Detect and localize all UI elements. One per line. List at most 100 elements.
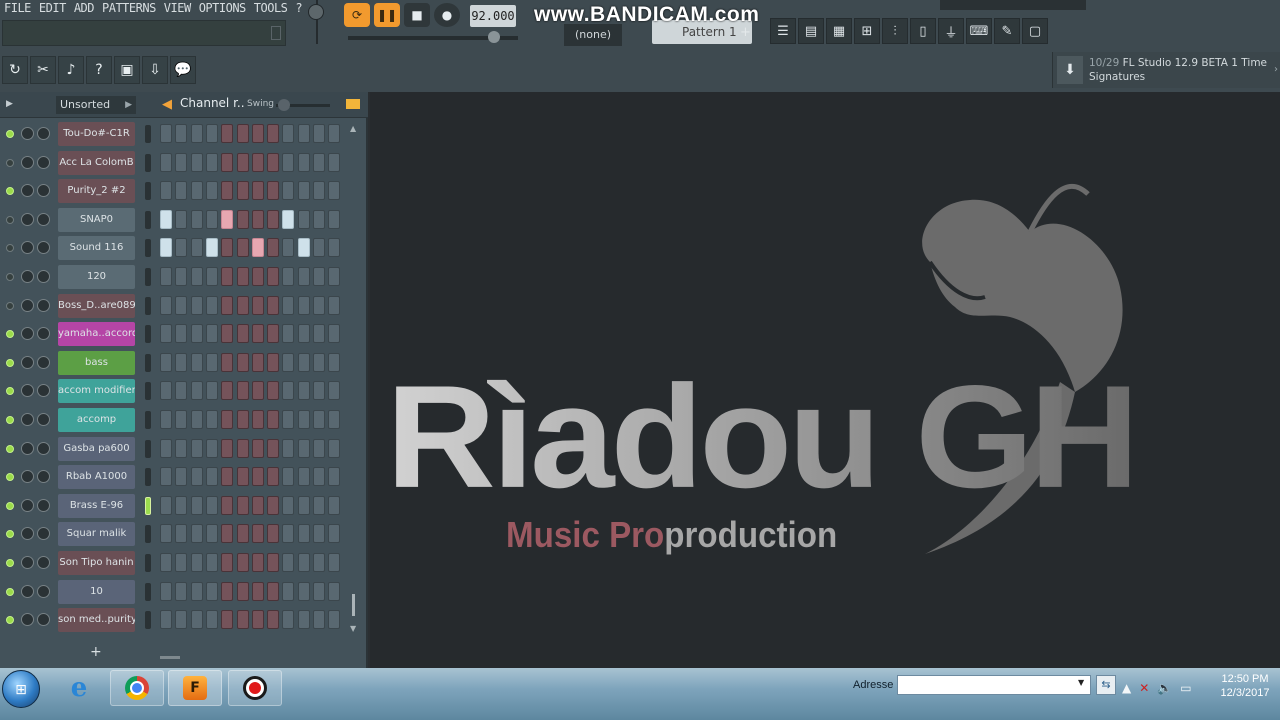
step-button[interactable] bbox=[251, 324, 264, 344]
step-button[interactable] bbox=[251, 410, 264, 429]
step-button[interactable] bbox=[160, 124, 172, 143]
step-button[interactable] bbox=[328, 181, 341, 201]
channel-pan-knob[interactable] bbox=[21, 470, 34, 484]
pause-button[interactable]: ❚❚ bbox=[374, 3, 400, 27]
channel-pan-knob[interactable] bbox=[21, 384, 34, 398]
channel-name-button[interactable]: accomp bbox=[58, 408, 135, 432]
menu-file[interactable]: FILE bbox=[0, 0, 35, 16]
step-button[interactable] bbox=[251, 610, 264, 630]
step-button[interactable] bbox=[328, 295, 341, 315]
step-button[interactable] bbox=[160, 524, 172, 544]
network-error-icon[interactable]: ✕ bbox=[1139, 681, 1149, 695]
step-button[interactable] bbox=[313, 610, 325, 630]
step-button[interactable] bbox=[160, 467, 172, 487]
channel-name-button[interactable]: yamaha..accord bbox=[58, 322, 135, 347]
channel-select-indicator[interactable] bbox=[145, 125, 151, 143]
step-button[interactable] bbox=[267, 152, 280, 172]
channel-volume-knob[interactable] bbox=[37, 384, 50, 398]
step-button[interactable] bbox=[175, 495, 188, 515]
step-button[interactable] bbox=[297, 495, 310, 515]
step-button[interactable] bbox=[175, 581, 188, 601]
step-button[interactable] bbox=[251, 438, 264, 458]
channel-pan-knob[interactable] bbox=[21, 241, 34, 255]
menu-options[interactable]: OPTIONS bbox=[195, 0, 250, 16]
channel-select-indicator[interactable] bbox=[145, 496, 151, 515]
step-button[interactable] bbox=[205, 581, 218, 601]
step-button[interactable] bbox=[205, 267, 218, 286]
step-button[interactable] bbox=[297, 438, 310, 458]
step-button[interactable] bbox=[175, 438, 188, 458]
channel-select-indicator[interactable] bbox=[145, 325, 151, 344]
step-button[interactable] bbox=[175, 295, 188, 315]
step-button[interactable] bbox=[221, 352, 234, 372]
song-position-thumb[interactable] bbox=[488, 31, 500, 43]
step-button[interactable] bbox=[205, 209, 218, 229]
volume-icon[interactable]: 🔈 bbox=[1157, 681, 1172, 695]
channel-volume-knob[interactable] bbox=[37, 470, 50, 484]
step-button[interactable] bbox=[160, 181, 172, 201]
plugin-picker-button[interactable]: ⏚ bbox=[938, 18, 964, 44]
step-button[interactable] bbox=[236, 238, 249, 258]
step-button[interactable] bbox=[221, 610, 234, 630]
step-button[interactable] bbox=[251, 553, 264, 572]
step-button[interactable] bbox=[236, 610, 249, 630]
record-button[interactable]: ● bbox=[434, 3, 460, 27]
step-button[interactable] bbox=[175, 610, 188, 630]
step-button[interactable] bbox=[328, 438, 341, 458]
step-button[interactable] bbox=[313, 238, 325, 258]
step-button[interactable] bbox=[221, 581, 234, 601]
menu-add[interactable]: ADD bbox=[70, 0, 98, 16]
channel-volume-knob[interactable] bbox=[37, 184, 50, 198]
step-button[interactable] bbox=[221, 152, 234, 172]
step-button[interactable] bbox=[221, 410, 234, 429]
step-button[interactable] bbox=[205, 152, 218, 172]
channel-mute-led[interactable] bbox=[6, 416, 14, 424]
channel-select-indicator[interactable] bbox=[145, 439, 151, 458]
step-button[interactable] bbox=[267, 553, 280, 572]
step-button[interactable] bbox=[236, 124, 249, 143]
step-button[interactable] bbox=[328, 467, 341, 487]
step-button[interactable] bbox=[282, 553, 295, 572]
step-button[interactable] bbox=[205, 610, 218, 630]
step-button[interactable] bbox=[160, 381, 172, 401]
step-button[interactable] bbox=[236, 467, 249, 487]
step-button[interactable] bbox=[282, 295, 295, 315]
step-button[interactable] bbox=[221, 381, 234, 401]
step-button[interactable] bbox=[190, 581, 203, 601]
step-button[interactable] bbox=[251, 209, 264, 229]
step-button[interactable] bbox=[236, 181, 249, 201]
step-button[interactable] bbox=[313, 352, 325, 372]
step-button[interactable] bbox=[251, 181, 264, 201]
step-button[interactable] bbox=[236, 438, 249, 458]
step-button[interactable] bbox=[190, 495, 203, 515]
step-button[interactable] bbox=[175, 124, 188, 143]
channel-volume-knob[interactable] bbox=[37, 413, 50, 426]
channel-select-indicator[interactable] bbox=[145, 268, 151, 286]
channel-rack-scrollbar[interactable] bbox=[350, 126, 358, 636]
step-button[interactable] bbox=[190, 124, 203, 143]
step-button[interactable] bbox=[313, 495, 325, 515]
channel-volume-knob[interactable] bbox=[37, 527, 50, 541]
step-scrollbar-thumb[interactable] bbox=[160, 656, 180, 659]
step-button[interactable] bbox=[328, 610, 341, 630]
step-button[interactable] bbox=[297, 181, 310, 201]
step-button[interactable] bbox=[160, 495, 172, 515]
channel-pan-knob[interactable] bbox=[21, 498, 34, 512]
channel-pan-knob[interactable] bbox=[21, 184, 34, 198]
undo-button[interactable]: ↻ bbox=[2, 56, 28, 84]
master-volume-slider[interactable] bbox=[300, 0, 334, 48]
step-button[interactable] bbox=[282, 124, 295, 143]
step-button[interactable] bbox=[328, 209, 341, 229]
channel-mute-led[interactable] bbox=[6, 358, 14, 367]
master-volume-knob[interactable] bbox=[308, 4, 324, 20]
step-button[interactable] bbox=[297, 524, 310, 544]
channel-name-button[interactable]: 120 bbox=[58, 265, 135, 289]
step-button[interactable] bbox=[313, 467, 325, 487]
step-button[interactable] bbox=[282, 438, 295, 458]
step-button[interactable] bbox=[313, 381, 325, 401]
channel-select-indicator[interactable] bbox=[145, 468, 151, 487]
step-button[interactable] bbox=[313, 209, 325, 229]
channel-pan-knob[interactable] bbox=[21, 298, 34, 312]
step-button[interactable] bbox=[267, 467, 280, 487]
step-button[interactable] bbox=[175, 524, 188, 544]
